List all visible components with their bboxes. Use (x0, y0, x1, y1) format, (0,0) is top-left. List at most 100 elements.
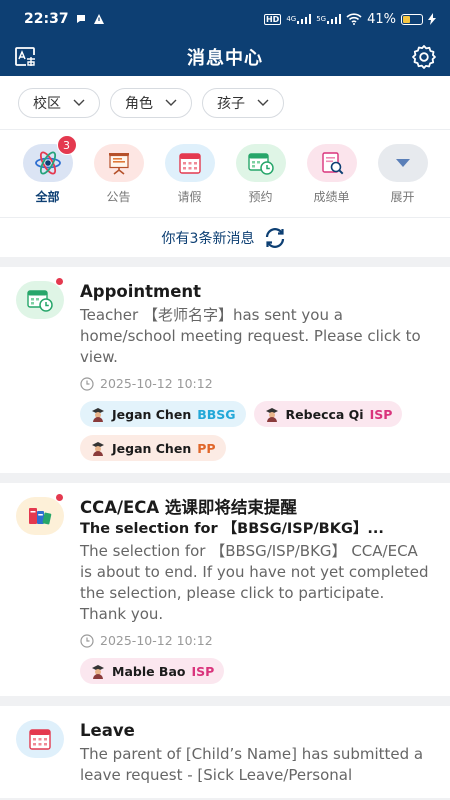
gear-icon[interactable] (411, 44, 437, 70)
calendar-clock-icon (247, 153, 274, 175)
chat-bubble-icon (75, 13, 87, 25)
calendar-icon (29, 729, 51, 750)
graduate-avatar-icon (92, 442, 104, 456)
refresh-icon[interactable] (262, 227, 288, 249)
charging-bolt-icon (428, 13, 436, 25)
message-body: Appointment Teacher 【老师名字】has sent you a… (80, 281, 432, 461)
category-label: 全部 (35, 190, 60, 204)
unread-dot (55, 493, 64, 502)
school-code: BBSG (197, 406, 236, 422)
category-label: 成绩单 (313, 190, 350, 204)
message-body: CCA/ECA 选课即将结束提醒 The selection for 【BBSG… (80, 497, 432, 684)
message-text: The parent of [Child’s Name] has submitt… (80, 745, 424, 784)
category-transcript[interactable]: 成绩单 (296, 144, 367, 217)
student-tag[interactable]: Jegan Chen PP (80, 435, 226, 461)
category-all[interactable]: 3 全部 (12, 135, 83, 217)
filter-label: 角色 (125, 95, 153, 112)
category-tabs: 3 全部 公告 请假 预约 成绩单 展开 (0, 130, 450, 217)
message-time: 2025-10-12 10:12 (80, 376, 432, 391)
filter-bar: 校区 角色 孩子 (0, 76, 450, 130)
category-label: 预约 (248, 190, 273, 204)
clock-icon (80, 633, 94, 648)
school-code: ISP (369, 406, 393, 422)
category-icon-bg (306, 144, 357, 182)
filter-label: 校区 (33, 95, 61, 112)
filter-role[interactable]: 角色 (110, 87, 192, 118)
presentation-board-icon (108, 153, 129, 175)
hd-network-icon: HD (263, 13, 282, 25)
message-text: The selection for 【BBSG/ISP/BKG】 CCA/ECA… (80, 542, 429, 623)
category-label: 展开 (390, 190, 415, 204)
category-icon-bg (93, 144, 144, 182)
books-icon (29, 508, 52, 525)
calendar-clock-icon (27, 290, 53, 312)
new-messages-text: 你有3条新消息 (161, 230, 255, 247)
message-time-text: 2025-10-12 10:12 (100, 633, 213, 648)
student-name: Jegan Chen (112, 406, 192, 422)
school-code: ISP (191, 663, 215, 679)
app-header: 消息中心 (0, 38, 450, 76)
report-magnifier-icon (321, 152, 343, 175)
status-bar: 22:37 HD 4G 5G 41% (0, 0, 450, 38)
filter-child[interactable]: 孩子 (202, 87, 284, 118)
graduate-avatar-icon (265, 408, 278, 422)
top-bar: 22:37 HD 4G 5G 41% 消息中心 (0, 0, 450, 76)
clock-icon (80, 376, 94, 391)
message-card-appointment[interactable]: Appointment Teacher 【老师名字】has sent you a… (0, 267, 450, 473)
avatar-bg (16, 281, 64, 319)
chevron-down-icon (165, 99, 177, 106)
unread-count-badge: 3 (56, 135, 77, 155)
triangle-down-icon (395, 159, 410, 167)
message-title: Appointment (80, 282, 202, 301)
category-leave[interactable]: 请假 (154, 144, 225, 217)
battery-percent: 41% (367, 11, 396, 27)
student-name: Jegan Chen (112, 440, 192, 456)
signal-4g-icon: 4G (286, 14, 312, 24)
chevron-down-icon (257, 99, 269, 106)
calendar-icon (178, 153, 201, 174)
chevron-down-icon (73, 99, 85, 106)
avatar-bg (16, 497, 64, 535)
graduate-avatar-icon (92, 408, 104, 422)
section-divider (0, 473, 450, 483)
category-icon-bg (164, 144, 215, 182)
message-time-text: 2025-10-12 10:12 (100, 376, 213, 391)
battery-icon (401, 13, 423, 25)
category-announcement[interactable]: 公告 (83, 144, 154, 217)
category-label: 请假 (177, 190, 202, 204)
warning-icon (93, 13, 105, 25)
student-tags: Jegan Chen BBSG Rebecca Qi ISP Jegan Che… (80, 401, 432, 461)
message-title: CCA/ECA 选课即将结束提醒 (80, 498, 297, 517)
category-label: 公告 (106, 190, 131, 204)
message-avatar (16, 493, 66, 684)
status-time: 22:37 (24, 11, 69, 27)
signal-5g-icon: 5G (316, 14, 342, 24)
filter-label: 孩子 (217, 95, 245, 112)
category-icon-bg: 3 (22, 135, 77, 182)
message-title: Leave (80, 721, 135, 740)
student-name: Rebecca Qi (285, 406, 364, 422)
atom-icon (34, 151, 61, 175)
message-card-leave[interactable]: Leave The parent of [Child’s Name] has s… (0, 706, 450, 798)
unread-dot (55, 277, 64, 286)
message-card-cca[interactable]: CCA/ECA 选课即将结束提醒 The selection for 【BBSG… (0, 483, 450, 696)
avatar-bg (16, 720, 64, 758)
category-icon-bg (377, 144, 428, 182)
message-text: Teacher 【老师名字】has sent you a home/school… (80, 306, 421, 366)
page-title: 消息中心 (187, 48, 263, 69)
category-appointment[interactable]: 预约 (225, 144, 296, 217)
student-tags: Mable Bao ISP (80, 658, 432, 684)
student-tag[interactable]: Rebecca Qi ISP (253, 401, 403, 427)
section-divider (0, 257, 450, 267)
language-switch-icon[interactable] (14, 45, 38, 69)
section-divider (0, 696, 450, 706)
message-avatar (16, 720, 66, 786)
filter-campus[interactable]: 校区 (18, 87, 100, 118)
student-tag[interactable]: Jegan Chen BBSG (80, 401, 246, 427)
category-expand[interactable]: 展开 (367, 144, 438, 217)
new-messages-banner[interactable]: 你有3条新消息 (0, 217, 450, 257)
graduate-avatar-icon (92, 665, 104, 679)
student-tag[interactable]: Mable Bao ISP (80, 658, 225, 684)
message-time: 2025-10-12 10:12 (80, 633, 432, 648)
school-code: PP (197, 440, 216, 456)
